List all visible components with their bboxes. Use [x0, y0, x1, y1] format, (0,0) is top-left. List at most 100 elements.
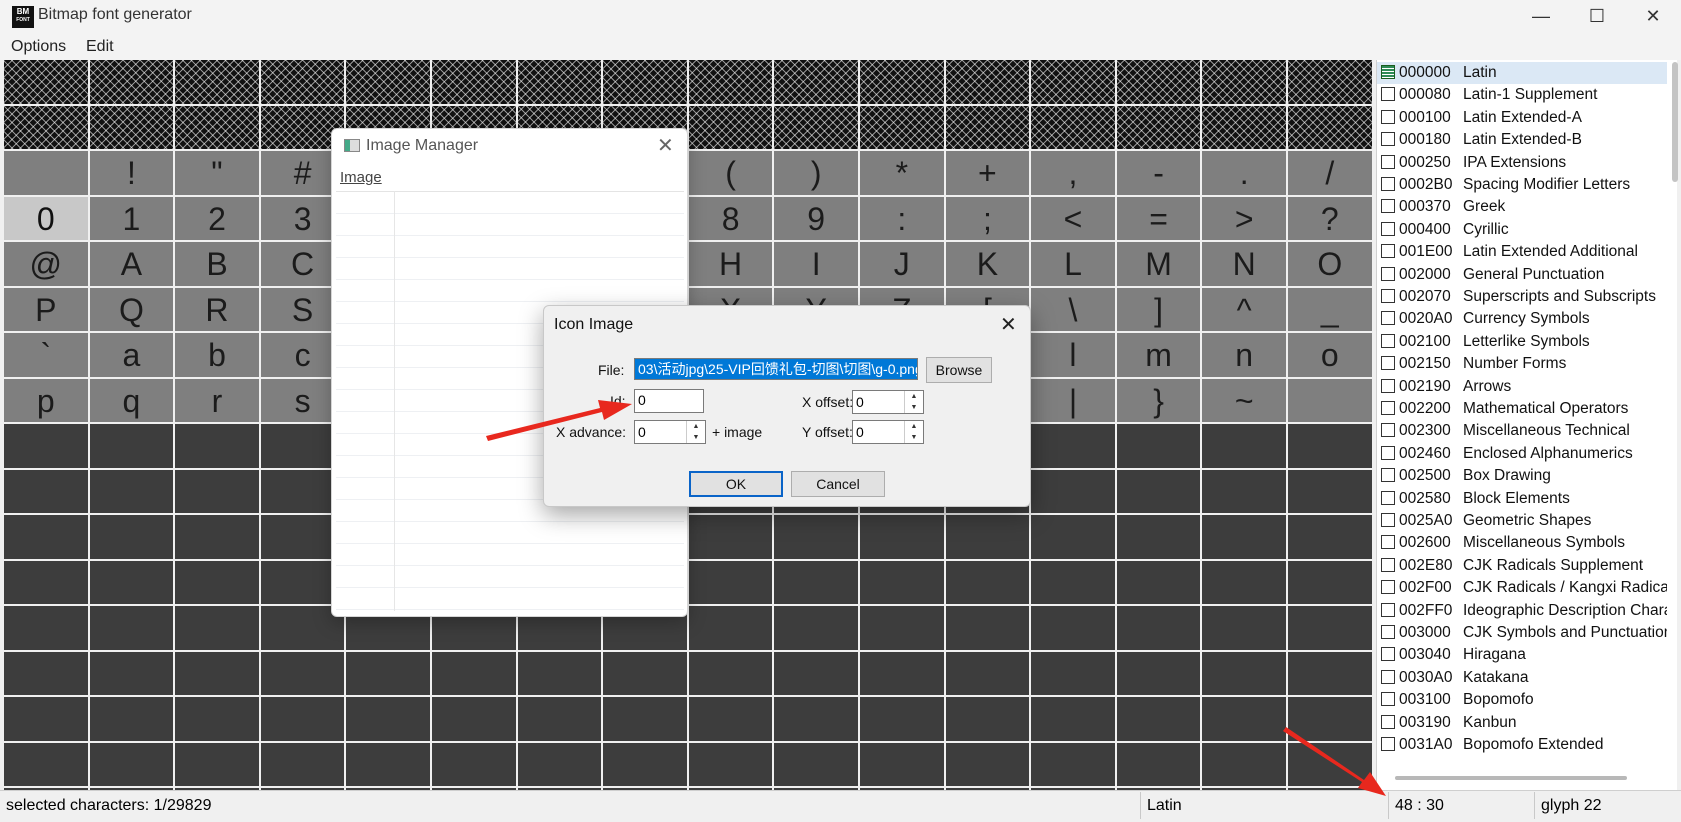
subset-checkbox[interactable]	[1381, 669, 1395, 684]
subset-row[interactable]: 000400 Cyrillic	[1377, 219, 1667, 241]
grid-cell[interactable]: O	[1288, 242, 1374, 288]
grid-cell[interactable]: 8	[688, 196, 775, 242]
subset-row[interactable]: 002190 Arrows	[1377, 376, 1667, 398]
grid-cell-empty[interactable]	[774, 515, 860, 561]
cancel-button[interactable]: Cancel	[791, 471, 885, 497]
grid-cell-empty[interactable]	[89, 515, 176, 561]
subset-row[interactable]: 002580 Block Elements	[1377, 488, 1667, 510]
grid-cell-empty[interactable]	[688, 651, 775, 697]
grid-cell[interactable]: ~	[1202, 378, 1288, 424]
grid-cell-empty[interactable]	[346, 697, 432, 743]
grid-cell[interactable]: ,	[1031, 151, 1117, 197]
grid-cell-control[interactable]	[1116, 60, 1203, 106]
grid-cell-empty[interactable]	[89, 697, 176, 743]
subset-checkbox[interactable]	[1381, 244, 1395, 259]
grid-cell-empty[interactable]	[945, 697, 1032, 743]
subset-row[interactable]: 002600 Miscellaneous Symbols	[1377, 532, 1667, 554]
grid-cell-empty[interactable]	[89, 469, 176, 515]
subset-checkbox[interactable]	[1381, 177, 1395, 191]
grid-cell-empty[interactable]	[860, 606, 946, 652]
grid-cell-empty[interactable]	[688, 697, 775, 743]
grid-cell-control[interactable]	[346, 60, 432, 106]
grid-cell-empty[interactable]	[1288, 697, 1374, 743]
subset-checkbox[interactable]	[1381, 221, 1395, 236]
grid-cell[interactable]: q	[89, 378, 176, 424]
grid-cell-empty[interactable]	[260, 651, 347, 697]
grid-cell[interactable]: \	[1031, 287, 1117, 333]
grid-cell[interactable]: H	[688, 242, 775, 288]
subset-checkbox[interactable]	[1381, 602, 1395, 617]
grid-cell-empty[interactable]	[1202, 424, 1288, 470]
grid-cell-empty[interactable]	[1202, 742, 1288, 788]
subset-row[interactable]: 0030A0 Katakana	[1377, 667, 1667, 689]
subset-checkbox[interactable]	[1381, 266, 1395, 281]
grid-cell-control[interactable]	[1288, 60, 1374, 106]
grid-cell[interactable]: -	[1116, 151, 1203, 197]
grid-cell-empty[interactable]	[945, 515, 1032, 561]
grid-cell[interactable]: =	[1116, 196, 1203, 242]
grid-cell[interactable]: l	[1031, 333, 1117, 379]
grid-cell[interactable]: :	[860, 196, 946, 242]
y-offset-spin-arrows-icon[interactable]: ▲ ▼	[904, 421, 923, 443]
subset-row[interactable]: 0020A0 Currency Symbols	[1377, 308, 1667, 330]
grid-cell-empty[interactable]	[1031, 515, 1117, 561]
grid-cell[interactable]: ]	[1116, 287, 1203, 333]
icon-image-dialog-close-icon[interactable]: ✕	[1000, 312, 1017, 337]
grid-cell-empty[interactable]	[1116, 560, 1203, 606]
subset-row[interactable]: 000370 Greek	[1377, 196, 1667, 218]
grid-cell-empty[interactable]	[860, 697, 946, 743]
subset-row[interactable]: 002000 General Punctuation	[1377, 264, 1667, 286]
subset-checkbox[interactable]	[1381, 692, 1395, 707]
subset-row[interactable]: 003190 Kanbun	[1377, 712, 1667, 734]
subset-checkbox[interactable]	[1381, 356, 1395, 371]
grid-cell-empty[interactable]	[1116, 469, 1203, 515]
grid-cell-empty[interactable]	[945, 651, 1032, 697]
grid-cell-control[interactable]	[1202, 105, 1288, 151]
grid-cell-empty[interactable]	[774, 560, 860, 606]
grid-cell[interactable]: p	[4, 378, 90, 424]
grid-cell[interactable]: n	[1202, 333, 1288, 379]
subset-checkbox[interactable]	[1381, 311, 1395, 326]
subset-checkbox[interactable]	[1381, 468, 1395, 483]
subset-checkbox[interactable]	[1381, 378, 1395, 393]
subset-row[interactable]: 003000 CJK Symbols and Punctuation	[1377, 622, 1667, 644]
subset-row[interactable]: 003040 Hiragana	[1377, 644, 1667, 666]
grid-cell-empty[interactable]	[260, 742, 347, 788]
grid-cell-empty[interactable]	[860, 742, 946, 788]
subset-checkbox[interactable]	[1381, 423, 1395, 438]
grid-cell-empty[interactable]	[517, 697, 604, 743]
subset-checkbox[interactable]	[1381, 109, 1395, 124]
grid-cell-control[interactable]	[4, 105, 90, 151]
grid-cell-empty[interactable]	[688, 606, 775, 652]
subset-checkbox[interactable]	[1381, 154, 1395, 169]
grid-cell[interactable]: I	[774, 242, 860, 288]
grid-cell-empty[interactable]	[1116, 515, 1203, 561]
grid-cell[interactable]: |	[1031, 378, 1117, 424]
grid-cell[interactable]: b	[175, 333, 261, 379]
grid-cell-empty[interactable]	[603, 742, 689, 788]
grid-cell-empty[interactable]	[175, 560, 261, 606]
x-offset-spin-arrows-icon[interactable]: ▲ ▼	[904, 391, 923, 413]
grid-cell[interactable]: P	[4, 287, 90, 333]
subset-row[interactable]: 0031A0 Bopomofo Extended	[1377, 734, 1667, 756]
grid-cell[interactable]: J	[860, 242, 946, 288]
grid-cell[interactable]: 9	[774, 196, 860, 242]
grid-cell[interactable]: .	[1202, 151, 1288, 197]
grid-cell-empty[interactable]	[4, 697, 90, 743]
grid-cell[interactable]: K	[945, 242, 1032, 288]
grid-cell-empty[interactable]	[89, 606, 176, 652]
grid-cell-empty[interactable]	[4, 560, 90, 606]
grid-cell-control[interactable]	[175, 105, 261, 151]
subset-row[interactable]: 0025A0 Geometric Shapes	[1377, 510, 1667, 532]
grid-cell-empty[interactable]	[175, 651, 261, 697]
grid-cell-empty[interactable]	[1031, 697, 1117, 743]
grid-cell-empty[interactable]	[89, 424, 176, 470]
grid-cell[interactable]: r	[175, 378, 261, 424]
grid-cell[interactable]: B	[175, 242, 261, 288]
grid-cell-empty[interactable]	[1202, 606, 1288, 652]
grid-cell-empty[interactable]	[688, 560, 775, 606]
grid-cell-empty[interactable]	[1202, 469, 1288, 515]
grid-cell[interactable]: *	[860, 151, 946, 197]
grid-cell-control[interactable]	[89, 60, 176, 106]
subset-row[interactable]: 002FF0 Ideographic Description Characters	[1377, 600, 1667, 622]
